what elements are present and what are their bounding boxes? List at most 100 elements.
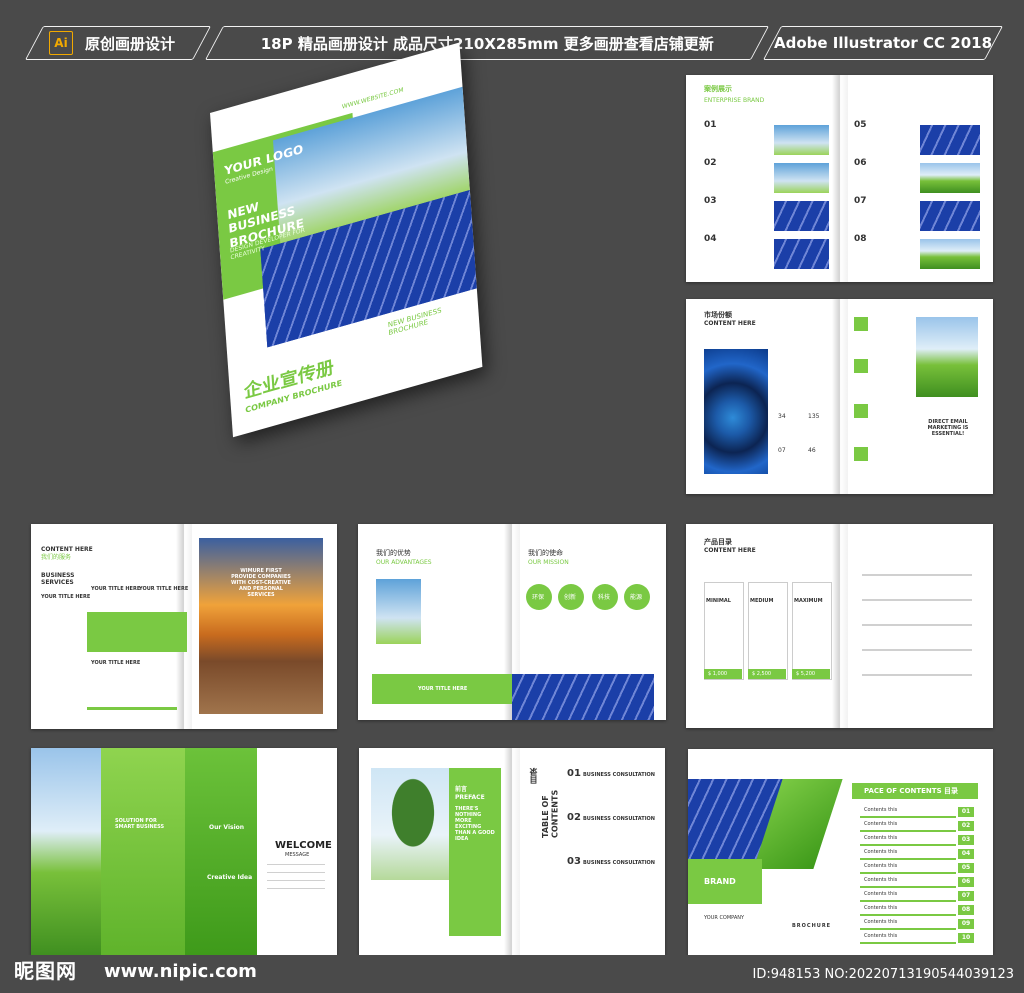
green-square	[854, 359, 868, 373]
green-panel	[101, 748, 185, 956]
illustrator-icon: Ai	[49, 31, 73, 55]
solar-photo	[512, 674, 654, 720]
contents-row-rule	[860, 816, 956, 818]
contents-row-label: Contents this	[864, 849, 898, 855]
stat-value: 34	[778, 413, 786, 420]
header-bar: Ai 原创画册设计 18P 精品画册设计 成品尺寸210X285mm 更多画册查…	[0, 0, 1024, 78]
product-row	[862, 674, 972, 676]
spread-case-showcase: 案例展示 ENTERPRISE BRAND 01 02 03 04 05 06 …	[686, 75, 993, 282]
contents-row-number: 10	[958, 933, 974, 943]
plan-card	[748, 582, 788, 680]
adv-title-en: OUR ADVANTAGES	[376, 559, 432, 566]
service-item-title: YOUR TITLE HERE	[91, 660, 141, 666]
list-number: 03	[704, 196, 717, 206]
contents-row-number: 03	[958, 835, 974, 845]
contents-row-label: Contents this	[864, 863, 898, 869]
wind-turbine-photo	[376, 579, 421, 644]
preface-text: THERE'S NOTHING MORE EXCITING THAN A GOO…	[455, 806, 495, 842]
image-id: ID:948153 NO:20220713190544039123	[752, 967, 1014, 982]
plan-name: MEDIUM	[750, 598, 774, 604]
text-line	[267, 880, 325, 881]
wind-photo	[916, 317, 978, 397]
contents-row-number: 04	[958, 849, 974, 859]
plan-price: $ 5,200	[796, 671, 816, 677]
text-line	[267, 872, 325, 873]
contents-row-rule	[860, 914, 956, 916]
contents-row-label: Contents this	[864, 877, 898, 883]
list-number: 06	[854, 158, 867, 168]
brand-title: BRAND	[704, 877, 736, 886]
preface-title-en: PREFACE	[455, 794, 485, 801]
products-title-en: CONTENT HERE	[704, 547, 756, 554]
contents-row-number: 01	[958, 807, 974, 817]
creative-title: Creative Idea	[207, 874, 253, 881]
vision-title: Our Vision	[209, 824, 245, 831]
case-photo	[920, 201, 980, 231]
case-photo	[920, 163, 980, 193]
service-item-title: YOUR TITLE HERE	[91, 586, 141, 592]
list-number: 04	[704, 234, 717, 244]
contents-row-rule	[860, 942, 956, 944]
mission-circle-label: 环保	[532, 594, 545, 601]
preface-title-cn: 前言	[455, 786, 468, 793]
case-photo	[774, 163, 829, 193]
mission-title-en: OUR MISSION	[528, 559, 569, 566]
adv-band-title: YOUR TITLE HERE	[418, 686, 468, 692]
stat-value: 46	[808, 447, 816, 454]
toc-item-title: BUSINESS CONSULTATION	[583, 772, 655, 778]
spine	[831, 75, 848, 282]
contents-row-label: Contents this	[864, 891, 898, 897]
cover-page: WWW.WEBSITE.COM YOUR LOGO Creative Desig…	[210, 42, 483, 438]
spread2-title-cn: 市场份额	[704, 311, 732, 319]
spread-welcome: SOLUTION FOR SMART BUSINESS Our Vision C…	[31, 748, 337, 956]
welcome-subtitle: MESSAGE	[285, 852, 310, 858]
product-row	[862, 624, 972, 626]
stats-grid: 34 135 07 46	[774, 409, 832, 474]
cta-text: DIRECT EMAIL MARKETING IS ESSENTIAL!	[927, 419, 969, 437]
plan-name: MAXIMUM	[794, 598, 823, 604]
pill-label: Adobe Illustrator CC 2018	[773, 34, 993, 52]
spread-market-share: 市场份额 CONTENT HERE 34 135 07 46 DIRECT EM…	[686, 299, 993, 494]
products-title-cn: 产品目录	[704, 538, 732, 546]
toc-number: 02	[567, 812, 581, 823]
pill-spec: 18P 精品画册设计 成品尺寸210X285mm 更多画册查看店铺更新	[204, 26, 770, 60]
list-number: 01	[704, 120, 717, 130]
plan-card	[792, 582, 832, 680]
contents-row-rule	[860, 844, 956, 846]
text-line	[267, 888, 325, 889]
footer-bar: 昵图网 www.nipic.com ID:948153 NO:202207131…	[0, 955, 1024, 993]
brochure-label: BROCHURE	[792, 923, 832, 929]
green-square	[854, 447, 868, 461]
service-green-band	[87, 612, 187, 652]
case-photo	[774, 239, 829, 269]
contents-row-rule	[860, 830, 956, 832]
mission-circle-label: 科技	[598, 594, 611, 601]
tree-photo	[371, 768, 455, 880]
mission-circle-label: 创新	[564, 594, 577, 601]
sunset-city-photo	[199, 538, 323, 714]
spread-preface: 前言 PREFACE THERE'S NOTHING MORE EXCITING…	[359, 748, 665, 956]
mission-circle-label: 能源	[630, 594, 643, 601]
pill-label: 原创画册设计	[85, 34, 176, 53]
contents-row-number: 09	[958, 919, 974, 929]
product-row	[862, 649, 972, 651]
product-row	[862, 574, 972, 576]
toc-title-cn: 目录	[529, 768, 538, 784]
green-square	[854, 317, 868, 331]
service-quote: WIMURE FIRST PROVIDE COMPANIES WITH COST…	[231, 568, 291, 598]
globe-photo	[704, 349, 768, 474]
green-rule	[87, 707, 177, 710]
toc-item-title: BUSINESS CONSULTATION	[583, 816, 655, 822]
adv-title-cn: 我们的优势	[376, 549, 411, 557]
contents-row-rule	[860, 900, 956, 902]
contents-row-label: Contents this	[864, 919, 898, 925]
spine	[831, 524, 848, 728]
product-row	[862, 599, 972, 601]
site-url: www.nipic.com	[104, 961, 257, 982]
spine	[831, 299, 848, 494]
case-photo	[774, 201, 829, 231]
contents-row-rule	[860, 886, 956, 888]
text-line	[267, 864, 325, 865]
contents-row-rule	[860, 858, 956, 860]
spread3-title-cn: 我们的服务	[41, 554, 72, 561]
